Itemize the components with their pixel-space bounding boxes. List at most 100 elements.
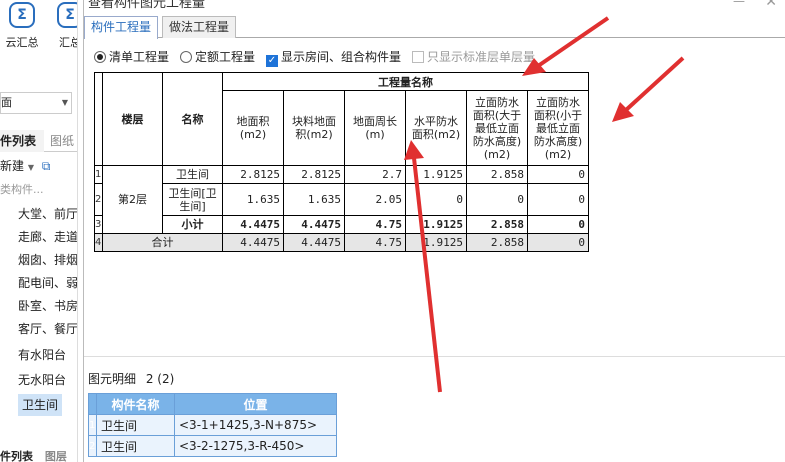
total-label: 合计 [102,233,223,252]
value-cell: 0 [527,233,589,252]
show-room-checkbox[interactable]: ✓ 显示房间、组合构件量 [266,48,402,67]
detail-table: 构件名称 位置 1 卫生间 <3-1+1425,3-N+875> 2 卫生间 <… [88,393,337,457]
quota-qty-radio[interactable]: 定额工程量 [180,48,255,66]
row-number: 1 [88,414,97,436]
tab-layer[interactable]: 图层 [45,450,67,462]
value-cell: 2.05 [344,183,406,216]
toolbar: Σ 云汇总 Σ 汇总 [0,0,77,56]
floor-cell: 第2层 [102,165,163,234]
value-cell: 1.9125 [405,215,467,234]
col-position: 位置 [174,393,337,415]
position-cell: <3-1+1425,3-N+875> [174,414,337,436]
row-number: 2 [88,435,97,457]
summary-label: 汇总 [59,36,77,49]
radio-icon [180,51,192,63]
tab-component-list-bottom[interactable]: 件列表 [0,450,33,462]
dialog-tabs: 构件工程量 做法工程量 [84,16,785,39]
value-cell: 4.75 [344,215,406,234]
table-row[interactable]: 1 卫生间 <3-1+1425,3-N+875> [88,414,337,436]
col-component-name: 构件名称 [96,393,175,415]
row-number: 3 [94,215,103,234]
search-input[interactable]: 类构件... [0,180,77,200]
checkbox-checked-icon: ✓ [266,55,278,67]
quantity-table: 楼层 名称 工程量名称 地面积(m2) 块料地面积(m2) 地面周长(m) 水平… [94,72,589,252]
col-header: 立面防水面积(大于最低立面防水高度)(m2) [466,90,528,166]
list-item[interactable]: 走廊、走道 [18,226,77,248]
col-header: 水平防水面积(m2) [405,90,467,166]
list-item-selected[interactable]: 卫生间 [18,394,62,416]
list-item[interactable]: 配电间、弱 [18,272,77,294]
copy-icon[interactable]: ⧉ [42,159,51,173]
show-room-label: 显示房间、组合构件量 [281,50,402,64]
list-item[interactable]: 大堂、前厅 [18,203,77,225]
value-cell: 0 [527,165,589,184]
chevron-down-icon: ▼ [61,98,68,107]
col-name: 名称 [162,72,223,166]
row-number [94,72,103,166]
name-cell: 卫生间[卫生间] [162,183,223,216]
detail-count: 2 (2) [145,372,175,386]
list-item[interactable]: 无水阳台 [18,369,77,391]
tab-component-quantity[interactable]: 构件工程量 [84,16,159,39]
tab-drawing[interactable]: 图纸 [50,130,77,152]
left-tabs: 件列表 图纸 [0,130,77,152]
value-cell: 1.9125 [405,233,467,252]
name-cell: 卫生间 [162,165,223,184]
table-row[interactable]: 2 卫生间 <3-2-1275,3-R-450> [88,435,337,457]
list-item[interactable]: 烟囱、排烟 [18,249,77,271]
value-cell: 1.9125 [405,165,467,184]
list-item[interactable]: 有水阳台 [18,344,77,366]
value-cell: 4.4475 [283,215,345,234]
col-header: 地面周长(m) [344,90,406,166]
tab-method-quantity[interactable]: 做法工程量 [162,16,237,38]
value-cell: 4.75 [344,233,406,252]
col-header: 地面积(m2) [222,90,284,166]
summary-button[interactable]: Σ 汇总 [52,2,77,54]
new-label: 新建 [0,159,25,173]
floor-combo[interactable]: 面 ▼ [0,92,72,114]
list-qty-radio[interactable]: 清单工程量 [94,48,169,66]
value-cell: 2.8125 [222,165,284,184]
group-header: 工程量名称 [222,72,589,91]
col-floor: 楼层 [102,72,163,166]
row-number: 4 [94,233,103,252]
position-cell: <3-2-1275,3-R-450> [174,435,337,457]
subtotal-row[interactable]: 3 小计 4.4475 4.4475 4.75 1.9125 2.858 0 [94,215,589,234]
tab-component-list[interactable]: 件列表 [0,130,44,152]
detail-title: 图元明细 [88,372,137,386]
list-item[interactable]: 卧室、书房 [18,295,77,317]
cloud-summary-label: 云汇总 [5,36,39,49]
value-cell: 2.858 [466,233,528,252]
col-header: 立面防水面积(小于最低立面防水高度)(m2) [527,90,589,166]
total-row[interactable]: 4 合计 4.4475 4.4475 4.75 1.9125 2.858 0 [94,233,589,252]
value-cell: 2.858 [466,215,528,234]
value-cell: 1.635 [283,183,345,216]
name-cell: 卫生间 [96,435,175,457]
table-row[interactable]: 1 第2层 卫生间 2.8125 2.8125 2.7 1.9125 2.858… [94,165,589,234]
radio-selected-icon [94,51,106,63]
quantity-dialog: 查看构件图元工程量 — ✕ 构件工程量 做法工程量 清单工程量 定额工程量 ✓ 显… [83,0,785,462]
minimize-icon[interactable]: — [733,0,745,8]
summary-icon: Σ [57,2,77,28]
std-floor-checkbox[interactable]: 只显示标准层单层量 [412,48,535,66]
close-icon[interactable]: ✕ [765,0,777,10]
name-cell: 卫生间 [96,414,175,436]
value-cell: 4.4475 [222,215,284,234]
divider [84,356,785,357]
component-panel: Σ 云汇总 Σ 汇总 面 ▼ 件列表 图纸 新建 ▼ ⧉ 类构件... 大堂、前… [0,0,78,462]
detail-label: 图元明细 2 (2) [88,370,174,387]
value-cell: 4.4475 [283,233,345,252]
bottom-tabs: 件列表 图层 [0,450,77,462]
floor-combo-value: 面 [1,96,12,109]
std-floor-label: 只显示标准层单层量 [427,50,536,64]
cloud-summary-icon: Σ [9,2,35,28]
new-button[interactable]: 新建 ▼ ⧉ [0,154,77,178]
checkbox-icon [412,51,424,63]
value-cell: 2.7 [344,165,406,184]
quota-qty-label: 定额工程量 [195,50,256,64]
value-cell: 0 [527,215,589,234]
value-cell: 0 [466,183,528,216]
table-row[interactable]: 2 卫生间[卫生间] 1.635 1.635 2.05 0 0 0 [94,183,589,216]
list-item[interactable]: 客厅、餐厅 [18,318,77,340]
cloud-summary-button[interactable]: Σ 云汇总 [4,2,40,54]
